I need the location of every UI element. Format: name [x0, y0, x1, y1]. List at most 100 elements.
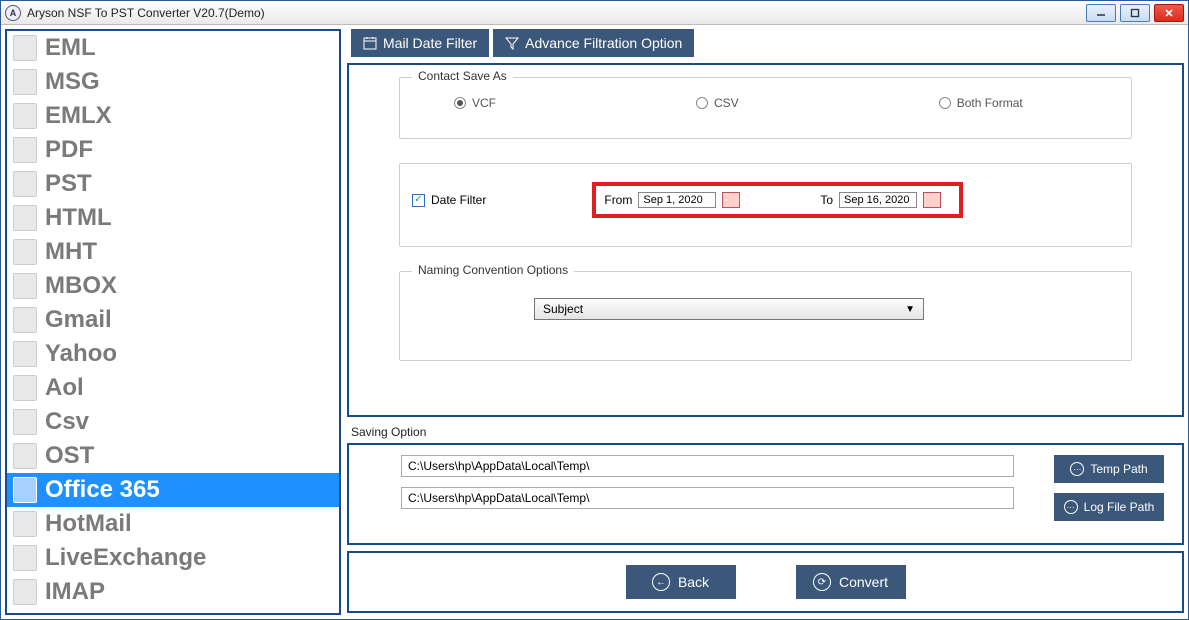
sidebar-item-label: IMAP [45, 578, 105, 606]
to-label: To [820, 193, 833, 207]
radio-label: VCF [472, 96, 496, 110]
sidebar-item-emlx[interactable]: EMLX [7, 99, 339, 133]
group-legend: Naming Convention Options [412, 263, 574, 277]
sidebar-item-imap[interactable]: IMAP [7, 575, 339, 609]
radio-icon [454, 97, 466, 109]
sidebar-item-mht[interactable]: MHT [7, 235, 339, 269]
format-icon [13, 307, 37, 333]
options-panel: Contact Save As VCF CSV Both Format [347, 63, 1184, 417]
sidebar-item-hotmail[interactable]: HotMail [7, 507, 339, 541]
naming-convention-select[interactable]: Subject ▼ [534, 298, 924, 320]
sidebar-item-label: EML [45, 34, 96, 62]
naming-convention-group: Naming Convention Options Subject ▼ [399, 271, 1132, 361]
date-filter-row: Date Filter From To [412, 182, 1119, 218]
minimize-icon [1096, 8, 1106, 18]
contact-format-radios: VCF CSV Both Format [424, 96, 1107, 110]
select-value: Subject [543, 302, 583, 316]
temp-path-button[interactable]: ⋯ Temp Path [1054, 455, 1164, 483]
button-label: Convert [839, 574, 888, 590]
button-label: Back [678, 574, 709, 590]
to-date-field: To [820, 192, 941, 208]
date-filter-checkbox[interactable] [412, 194, 425, 207]
sidebar-item-pst[interactable]: PST [7, 167, 339, 201]
format-icon [13, 239, 37, 265]
sidebar-item-label: Aol [45, 374, 84, 402]
convert-button[interactable]: ⟳ Convert [796, 565, 906, 599]
sidebar-item-csv[interactable]: Csv [7, 405, 339, 439]
format-icon [13, 409, 37, 435]
from-date-field: From [604, 192, 740, 208]
app-icon: A [5, 5, 21, 21]
close-button[interactable] [1154, 4, 1184, 22]
sidebar-item-office-365[interactable]: Office 365 [7, 473, 339, 507]
back-button[interactable]: ← Back [626, 565, 736, 599]
calendar-picker-icon[interactable] [923, 192, 941, 208]
sidebar-item-label: MHT [45, 238, 97, 266]
body: EML MSGEMLX PDF PST HTML MHT MBOX Gmail Yahoo Aol… [1, 25, 1188, 619]
sidebar-item-aol[interactable]: Aol [7, 371, 339, 405]
sidebar-item-label: Office 365 [45, 476, 160, 504]
maximize-button[interactable] [1120, 4, 1150, 22]
format-icon [13, 511, 37, 537]
format-icon [13, 273, 37, 299]
sidebar-item-label: PDF [45, 136, 93, 164]
window-title: Aryson NSF To PST Converter V20.7(Demo) [27, 6, 1086, 20]
sidebar-item-liveexchange[interactable]: LiveExchange [7, 541, 339, 575]
arrow-left-icon: ← [652, 573, 670, 591]
footer-nav: ← Back ⟳ Convert [347, 551, 1184, 613]
sidebar-item-mbox[interactable]: MBOX [7, 269, 339, 303]
sidebar-item-html[interactable]: HTML [7, 201, 339, 235]
radio-vcf[interactable]: VCF [454, 96, 496, 110]
window-controls [1086, 4, 1184, 22]
radio-both[interactable]: Both Format [939, 96, 1023, 110]
format-icon [13, 103, 37, 129]
minimize-button[interactable] [1086, 4, 1116, 22]
chevron-down-icon: ▼ [905, 304, 915, 315]
log-file-path-button[interactable]: ⋯ Log File Path [1054, 493, 1164, 521]
path-buttons: ⋯ Temp Path ⋯ Log File Path [1054, 455, 1164, 521]
tab-label: Mail Date Filter [383, 35, 477, 51]
log-path-input[interactable] [401, 487, 1014, 509]
maximize-icon [1130, 8, 1140, 18]
sidebar-item-gmail[interactable]: Gmail [7, 303, 339, 337]
date-filter-group: Date Filter From To [399, 163, 1132, 247]
format-icon [13, 443, 37, 469]
sidebar-item-label: LiveExchange [45, 544, 206, 572]
button-label: Log File Path [1084, 500, 1155, 514]
saving-title: Saving Option [351, 425, 1184, 439]
from-date-input[interactable] [638, 192, 716, 208]
contact-save-as-group: Contact Save As VCF CSV Both Format [399, 77, 1132, 139]
radio-label: CSV [714, 96, 739, 110]
radio-icon [939, 97, 951, 109]
group-legend: Contact Save As [412, 69, 513, 83]
app-window: A Aryson NSF To PST Converter V20.7(Demo… [0, 0, 1189, 620]
sidebar-item-label: HotMail [45, 510, 132, 538]
sidebar-item-label: OST [45, 442, 94, 470]
sidebar-item-eml[interactable]: EML [7, 31, 339, 65]
main-panel: Mail Date Filter Advance Filtration Opti… [347, 29, 1184, 615]
format-icon [13, 205, 37, 231]
sidebar-item-msg[interactable]: MSG [7, 65, 339, 99]
calendar-picker-icon[interactable] [722, 192, 740, 208]
tab-advance-filtration[interactable]: Advance Filtration Option [493, 29, 694, 57]
button-label: Temp Path [1090, 462, 1147, 476]
format-icon [13, 545, 37, 571]
format-icon [13, 137, 37, 163]
temp-path-input[interactable] [401, 455, 1014, 477]
sidebar-item-label: Gmail [45, 306, 112, 334]
ellipsis-icon: ⋯ [1070, 462, 1084, 476]
date-filter-label: Date Filter [431, 193, 486, 207]
ellipsis-icon: ⋯ [1064, 500, 1078, 514]
to-date-input[interactable] [839, 192, 917, 208]
from-label: From [604, 193, 632, 207]
sidebar-item-ost[interactable]: OST [7, 439, 339, 473]
saving-section: Saving Option ⋯ Temp Path ⋯ Log File [347, 423, 1184, 545]
tabs: Mail Date Filter Advance Filtration Opti… [351, 29, 1184, 57]
tab-mail-date-filter[interactable]: Mail Date Filter [351, 29, 489, 57]
radio-csv[interactable]: CSV [696, 96, 739, 110]
sidebar-item-yahoo[interactable]: Yahoo [7, 337, 339, 371]
sidebar-item-label: PST [45, 170, 92, 198]
sidebar-item-pdf[interactable]: PDF [7, 133, 339, 167]
titlebar: A Aryson NSF To PST Converter V20.7(Demo… [1, 1, 1188, 25]
tab-label: Advance Filtration Option [525, 35, 682, 51]
